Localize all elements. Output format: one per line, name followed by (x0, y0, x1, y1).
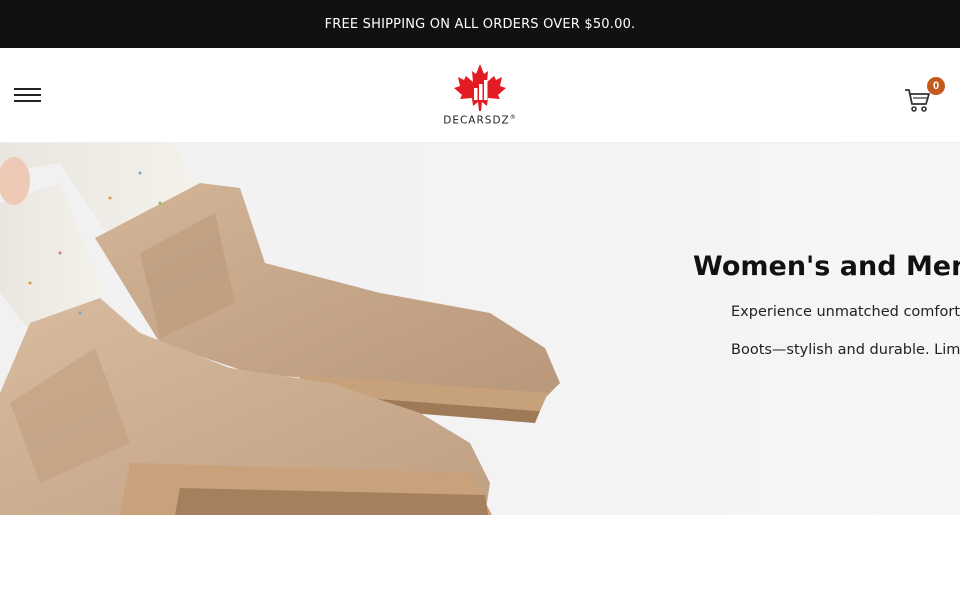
announcement-bar: FREE SHIPPING ON ALL ORDERS OVER $50.00. (0, 0, 960, 48)
announcement-text: FREE SHIPPING ON ALL ORDERS OVER $50.00. (324, 16, 636, 32)
hero-description-line-1: Experience unmatched comfort (731, 304, 960, 320)
logo-trademark: ® (509, 114, 517, 121)
maple-leaf-logo-icon (454, 64, 506, 111)
hero-description-line-2: Boots—stylish and durable. Limit (731, 342, 960, 358)
cart-count-badge: 0 (927, 77, 945, 95)
hamburger-menu-icon[interactable] (14, 86, 42, 104)
boots-hero-image (0, 143, 560, 515)
site-logo[interactable]: DECARSDZ® (430, 62, 530, 132)
hero-title: Women's and Men (693, 251, 960, 282)
hero-banner[interactable]: Women's and Men Experience unmatched com… (0, 143, 960, 515)
logo-text: DECARSDZ (443, 114, 510, 127)
cart-button[interactable]: 0 (902, 77, 948, 114)
site-header: DECARSDZ® 0 (0, 48, 960, 143)
